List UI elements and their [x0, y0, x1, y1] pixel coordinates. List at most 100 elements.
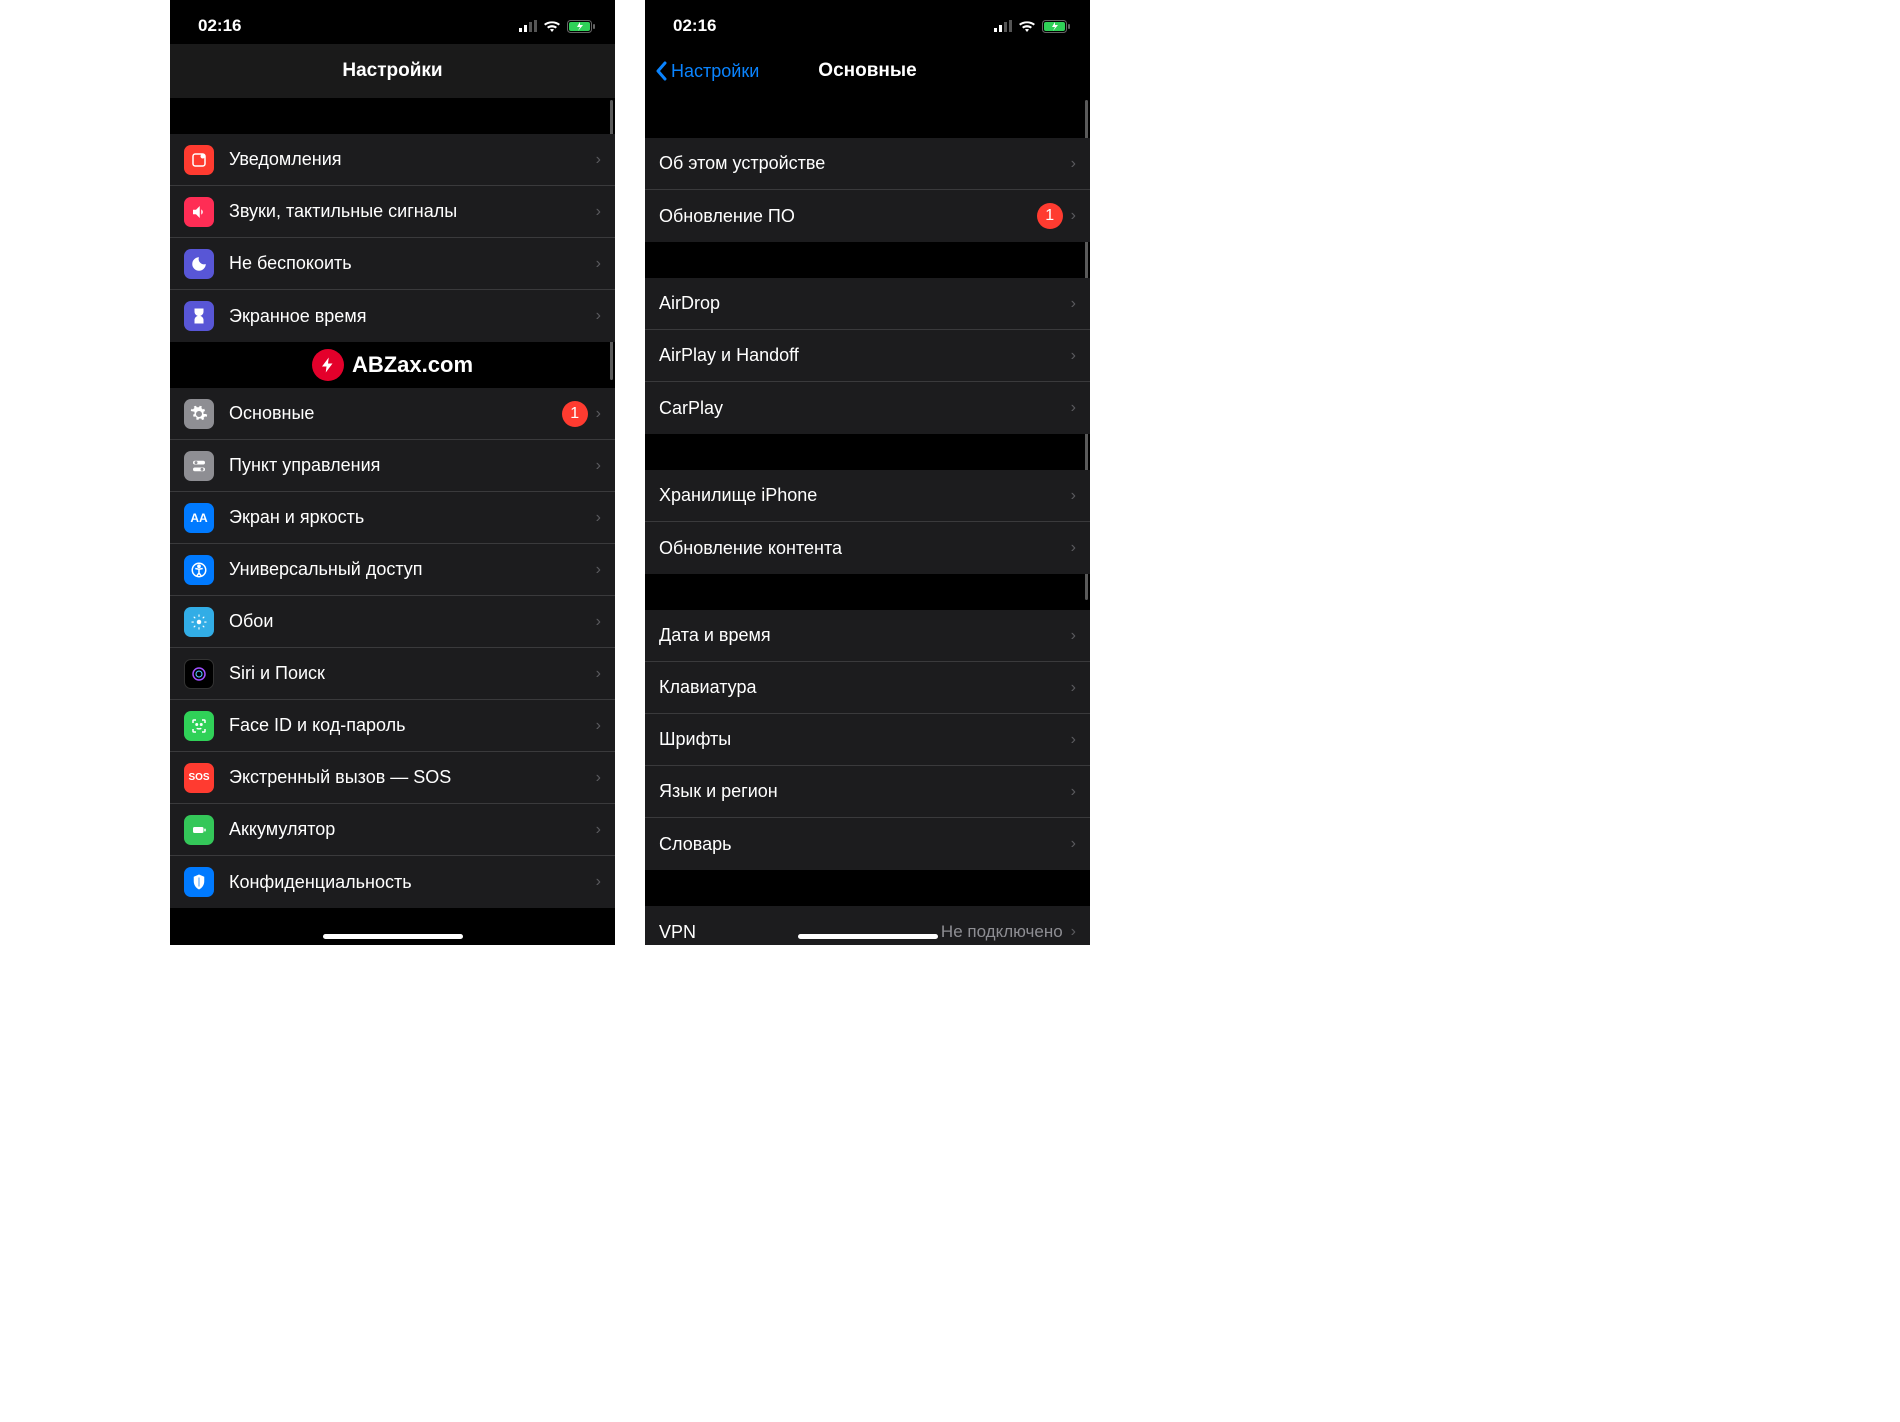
chevron-right-icon: ›: [1071, 399, 1076, 417]
sos-icon: SOS: [184, 763, 214, 793]
display-icon: AA: [184, 503, 214, 533]
wifi-icon: [543, 20, 561, 33]
row-language-region[interactable]: Язык и регион ›: [645, 766, 1090, 818]
row-carplay[interactable]: CarPlay ›: [645, 382, 1090, 434]
row-dictionary[interactable]: Словарь ›: [645, 818, 1090, 870]
chevron-right-icon: ›: [1071, 155, 1076, 173]
settings-group: Хранилище iPhone › Обновление контента ›: [645, 470, 1090, 574]
row-siri[interactable]: Siri и Поиск ›: [170, 648, 615, 700]
row-label: Экранное время: [229, 306, 588, 327]
dnd-icon: [184, 249, 214, 279]
row-dnd[interactable]: Не беспокоить ›: [170, 238, 615, 290]
watermark-text: ABZax.com: [352, 352, 473, 378]
row-vpn[interactable]: VPN Не подключено ›: [645, 906, 1090, 945]
status-icons: [994, 20, 1070, 33]
row-label: Словарь: [659, 834, 1063, 855]
row-label: Обновление ПО: [659, 206, 1029, 227]
chevron-right-icon: ›: [596, 613, 601, 631]
bolt-icon: [312, 349, 344, 381]
privacy-icon: [184, 867, 214, 897]
accessibility-icon: [184, 555, 214, 585]
chevron-right-icon: ›: [1071, 923, 1076, 941]
row-about[interactable]: Об этом устройстве ›: [645, 138, 1090, 190]
badge: 1: [562, 401, 588, 427]
row-software-update[interactable]: Обновление ПО 1 ›: [645, 190, 1090, 242]
settings-group: Дата и время › Клавиатура › Шрифты › Язы…: [645, 610, 1090, 870]
row-label: Дата и время: [659, 625, 1063, 646]
badge: 1: [1037, 203, 1063, 229]
settings-group: AirDrop › AirPlay и Handoff › CarPlay ›: [645, 278, 1090, 434]
row-storage[interactable]: Хранилище iPhone ›: [645, 470, 1090, 522]
row-accessibility[interactable]: Универсальный доступ ›: [170, 544, 615, 596]
row-wallpaper[interactable]: Обои ›: [170, 596, 615, 648]
row-privacy[interactable]: Конфиденциальность ›: [170, 856, 615, 908]
chevron-right-icon: ›: [596, 457, 601, 475]
settings-list[interactable]: Уведомления › Звуки, тактильные сигналы …: [170, 98, 615, 945]
row-label: CarPlay: [659, 398, 1063, 419]
chevron-right-icon: ›: [596, 151, 601, 169]
row-airplay[interactable]: AirPlay и Handoff ›: [645, 330, 1090, 382]
row-label: VPN: [659, 922, 941, 943]
chevron-right-icon: ›: [1071, 731, 1076, 749]
row-battery[interactable]: Аккумулятор ›: [170, 804, 615, 856]
chevron-right-icon: ›: [1071, 679, 1076, 697]
row-label: Обновление контента: [659, 538, 1063, 559]
row-airdrop[interactable]: AirDrop ›: [645, 278, 1090, 330]
row-label: Уведомления: [229, 149, 588, 170]
row-background-refresh[interactable]: Обновление контента ›: [645, 522, 1090, 574]
status-bar: 02:16: [645, 0, 1090, 44]
chevron-right-icon: ›: [596, 717, 601, 735]
chevron-right-icon: ›: [1071, 539, 1076, 557]
chevron-right-icon: ›: [596, 821, 601, 839]
row-label: Основные: [229, 403, 554, 424]
row-label: Экстренный вызов — SOS: [229, 767, 588, 788]
settings-group: Основные 1 › Пункт управления › AA Экран…: [170, 388, 615, 908]
row-label: Пункт управления: [229, 455, 588, 476]
chevron-right-icon: ›: [1071, 207, 1076, 225]
status-icons: [519, 20, 595, 33]
row-sos[interactable]: SOS Экстренный вызов — SOS ›: [170, 752, 615, 804]
chevron-right-icon: ›: [1071, 347, 1076, 365]
row-fonts[interactable]: Шрифты ›: [645, 714, 1090, 766]
cellular-icon: [519, 20, 537, 32]
row-label: Экран и яркость: [229, 507, 588, 528]
battery-icon: [567, 20, 595, 33]
row-screentime[interactable]: Экранное время ›: [170, 290, 615, 342]
cellular-icon: [994, 20, 1012, 32]
row-general[interactable]: Основные 1 ›: [170, 388, 615, 440]
faceid-icon: [184, 711, 214, 741]
chevron-right-icon: ›: [1071, 295, 1076, 313]
row-label: Язык и регион: [659, 781, 1063, 802]
row-label: Звуки, тактильные сигналы: [229, 201, 588, 222]
back-button[interactable]: Настройки: [655, 44, 759, 98]
wallpaper-icon: [184, 607, 214, 637]
home-indicator[interactable]: [323, 934, 463, 939]
row-faceid[interactable]: Face ID и код-пароль ›: [170, 700, 615, 752]
row-notifications[interactable]: Уведомления ›: [170, 134, 615, 186]
general-list[interactable]: Об этом устройстве › Обновление ПО 1 › A…: [645, 98, 1090, 945]
row-label: AirDrop: [659, 293, 1063, 314]
nav-bar: Настройки: [170, 44, 615, 98]
row-label: Face ID и код-пароль: [229, 715, 588, 736]
battery-icon: [184, 815, 214, 845]
row-label: AirPlay и Handoff: [659, 345, 1063, 366]
row-date-time[interactable]: Дата и время ›: [645, 610, 1090, 662]
row-label: Обои: [229, 611, 588, 632]
nav-title: Настройки: [342, 60, 442, 82]
chevron-right-icon: ›: [596, 307, 601, 325]
row-label: Siri и Поиск: [229, 663, 588, 684]
chevron-right-icon: ›: [596, 873, 601, 891]
settings-group: VPN Не подключено ›: [645, 906, 1090, 945]
chevron-right-icon: ›: [1071, 627, 1076, 645]
row-control-center[interactable]: Пункт управления ›: [170, 440, 615, 492]
status-time: 02:16: [198, 16, 241, 36]
home-indicator[interactable]: [798, 934, 938, 939]
chevron-right-icon: ›: [596, 509, 601, 527]
phone-settings: 02:16 Настройки Уведомления ›: [170, 0, 615, 945]
row-label: Хранилище iPhone: [659, 485, 1063, 506]
row-display[interactable]: AA Экран и яркость ›: [170, 492, 615, 544]
row-label: Не беспокоить: [229, 253, 588, 274]
row-keyboard[interactable]: Клавиатура ›: [645, 662, 1090, 714]
row-sounds[interactable]: Звуки, тактильные сигналы ›: [170, 186, 615, 238]
row-label: Клавиатура: [659, 677, 1063, 698]
